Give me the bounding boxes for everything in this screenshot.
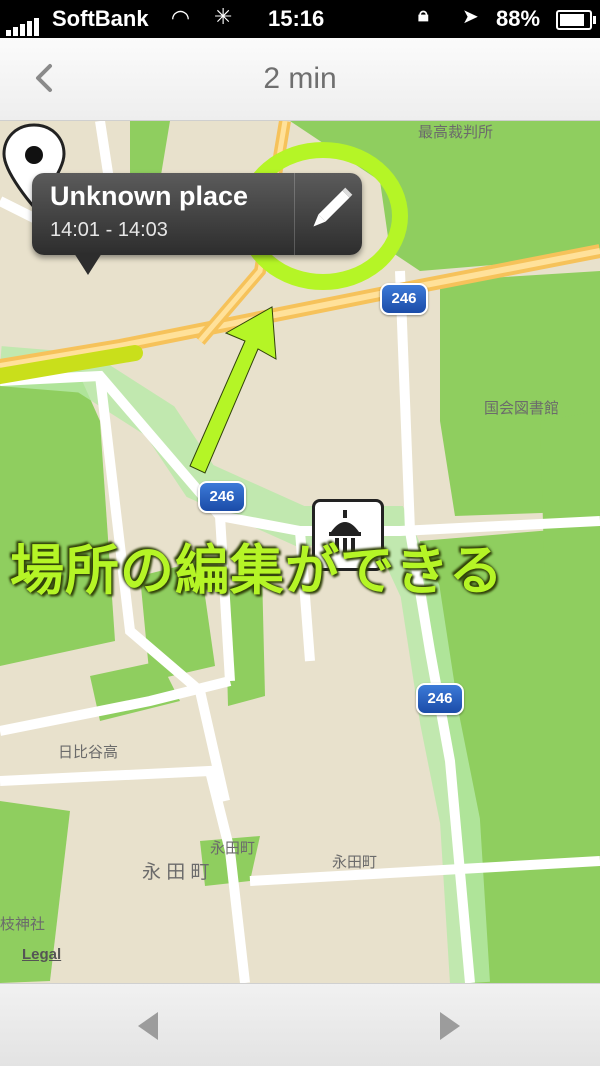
route-246-badge: 246 <box>416 683 464 715</box>
bottom-toolbar <box>0 983 600 1066</box>
pencil-icon <box>313 187 353 227</box>
battery-percentage: 88% <box>496 6 541 31</box>
map-label-supreme-court: 最高裁判所 <box>418 124 494 141</box>
navigation-bar: 2 min <box>0 38 600 121</box>
map-label-nagatacho: 永田町 <box>332 854 378 871</box>
page-title: 2 min <box>263 62 337 95</box>
orientation-lock-icon: 🔒︎ <box>418 4 429 26</box>
map-label-nagatacho: 永田町 <box>210 840 256 857</box>
map-label-national-diet-library: 国会図書館 <box>484 400 560 417</box>
previous-button[interactable] <box>132 1006 164 1046</box>
annotation-caption: 場所の編集ができる <box>10 541 504 601</box>
triangle-right-icon <box>440 1012 460 1040</box>
wifi-icon: ◠ <box>172 5 189 30</box>
status-bar: SoftBank ◠ ✳ 15:16 🔒︎ ➤ 88% <box>0 0 600 38</box>
map-view[interactable]: 最高裁判所 国会図書館 日比谷高 永田町 永田町 永 田 町 枝神社 246 2… <box>0 121 600 983</box>
activity-spinner-icon: ✳ <box>214 4 233 29</box>
battery-icon <box>556 10 596 30</box>
triangle-left-icon <box>138 1012 158 1040</box>
map-label-nagatacho-district: 永 田 町 <box>142 862 210 883</box>
map-label-hibiya-high: 日比谷高 <box>58 744 119 761</box>
clock: 15:16 <box>268 6 325 31</box>
callout-divider <box>294 173 295 255</box>
place-callout[interactable]: Unknown place 14:01 - 14:03 <box>32 173 362 275</box>
map-label-shrine: 枝神社 <box>0 916 46 933</box>
legal-link[interactable]: Legal <box>22 946 61 963</box>
carrier-label: SoftBank <box>52 6 149 31</box>
signal-icon <box>6 10 41 36</box>
next-button[interactable] <box>434 1006 466 1046</box>
route-246-badge: 246 <box>380 283 428 315</box>
route-246-badge: 246 <box>198 481 246 513</box>
place-time-range: 14:01 - 14:03 <box>50 219 168 241</box>
edit-place-button[interactable] <box>296 173 362 255</box>
place-name: Unknown place <box>50 181 249 211</box>
location-arrow-icon: ➤ <box>462 6 479 28</box>
